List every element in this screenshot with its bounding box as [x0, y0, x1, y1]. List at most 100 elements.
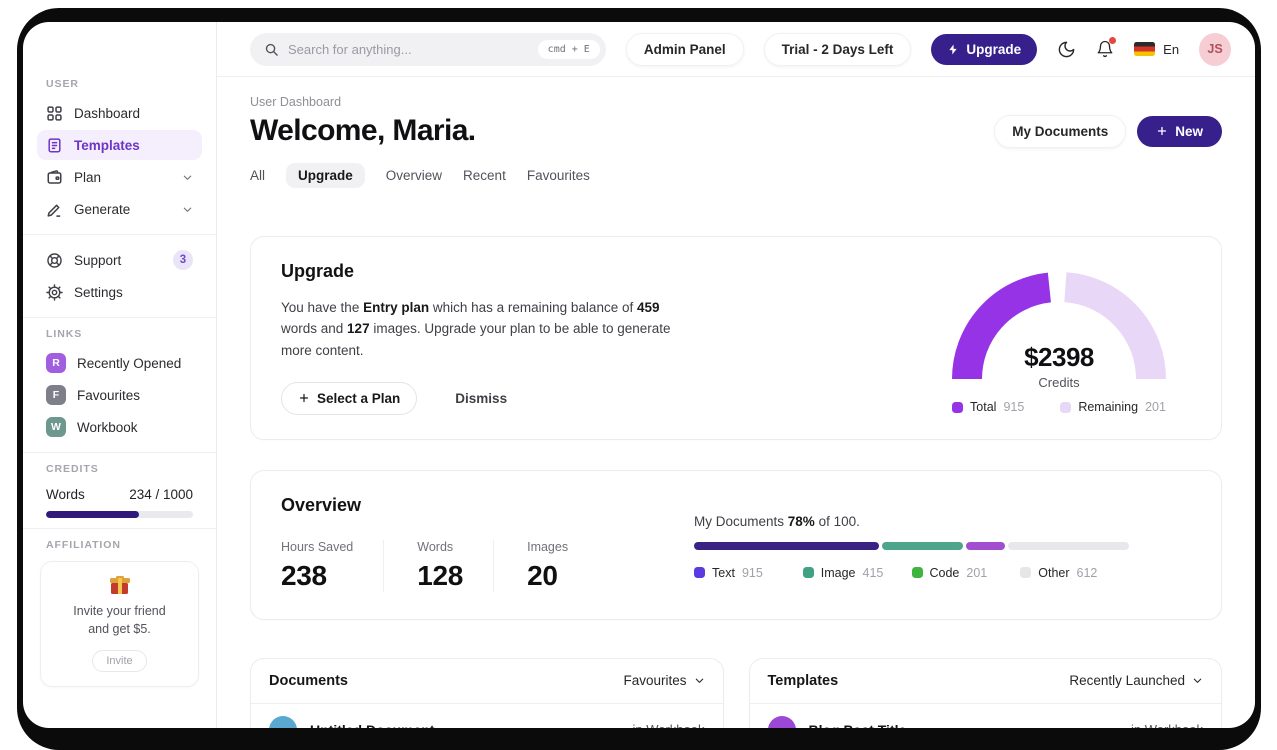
affiliation-line-1: Invite your friend	[73, 604, 166, 618]
template-row[interactable]: Blog Post Title in Workbook	[750, 704, 1222, 728]
segment-other	[1007, 541, 1129, 550]
sidebar-item-label: Generate	[74, 201, 131, 217]
tab-overview[interactable]: Overview	[386, 163, 442, 188]
credits-gauge: $2398 Credits Total 915 Remaining 201	[933, 261, 1185, 415]
progress-prefix: My Documents	[694, 513, 788, 529]
sidebar-item-dashboard[interactable]: Dashboard	[37, 98, 202, 128]
affiliation-text: Invite your friend and get $5.	[49, 602, 190, 638]
trial-status-button[interactable]: Trial - 2 Days Left	[763, 32, 912, 66]
sidebar-item-label: Plan	[74, 169, 102, 185]
notification-dot	[1109, 37, 1117, 44]
gift-icon	[109, 576, 130, 595]
admin-panel-button[interactable]: Admin Panel	[625, 32, 744, 66]
documents-progress-label: My Documents 78% of 100.	[694, 514, 1129, 529]
sidebar-item-label: Templates	[74, 137, 140, 153]
user-avatar[interactable]: JS	[1199, 32, 1231, 66]
documents-filter-dropdown[interactable]: Favourites	[623, 673, 704, 688]
legend-label: Text	[712, 565, 735, 580]
filter-tabs: All Upgrade Overview Recent Favourites	[250, 163, 1222, 188]
search-input[interactable]	[288, 41, 529, 57]
document-icon	[46, 137, 63, 154]
stat-value: 20	[527, 559, 558, 591]
search-icon	[264, 42, 279, 57]
legend-text: Text 915	[694, 566, 803, 580]
sidebar-link-favourites[interactable]: F Favourites	[37, 380, 202, 410]
sidebar-section-user: USER	[46, 78, 79, 90]
search-bar[interactable]: cmd + E	[250, 32, 606, 66]
link-initial-badge: R	[46, 353, 66, 373]
language-switcher[interactable]: En	[1134, 42, 1179, 57]
dashboard-content: User Dashboard Welcome, Maria. My Docume…	[217, 77, 1255, 728]
legend-code: Code 201	[911, 566, 1021, 580]
sidebar-item-settings[interactable]: Settings	[37, 277, 202, 307]
dismiss-button[interactable]: Dismiss	[455, 391, 507, 406]
link-initial-badge: F	[46, 385, 66, 405]
plan-name: Entry plan	[363, 300, 430, 315]
documents-progress-bar	[694, 541, 1129, 550]
dark-mode-toggle[interactable]	[1057, 40, 1076, 59]
chevron-down-icon	[1192, 675, 1203, 686]
lightning-bolt-icon	[947, 43, 959, 56]
legend-swatch	[1020, 567, 1032, 579]
legend-remaining: Remaining 201	[1060, 400, 1166, 414]
germany-flag-icon	[1134, 42, 1156, 56]
sidebar-divider	[23, 452, 216, 453]
select-plan-button[interactable]: Select a Plan	[281, 381, 418, 415]
sidebar-item-support[interactable]: Support 3	[37, 245, 202, 275]
stat-label: Hours Saved	[281, 539, 354, 554]
documents-card: Documents Favourites	[250, 657, 724, 728]
stat-label: Words	[417, 539, 454, 554]
new-button[interactable]: New	[1137, 115, 1222, 147]
templates-card-header: Templates Recently Launched	[750, 659, 1222, 703]
language-label: En	[1163, 41, 1180, 57]
notifications-button[interactable]	[1096, 37, 1117, 58]
sidebar: USER Dashboard Templates Plan Generate S…	[23, 22, 217, 728]
affiliation-line-2: and get $5.	[88, 622, 151, 637]
document-row[interactable]: Untitled Document in Workbook	[251, 704, 723, 728]
sidebar-link-recently-opened[interactable]: R Recently Opened	[37, 348, 202, 378]
invite-button[interactable]: Invite	[92, 650, 147, 673]
legend-swatch	[802, 567, 814, 579]
upgrade-card-left: Upgrade You have the Entry plan which ha…	[281, 261, 679, 415]
plus-icon	[1156, 125, 1168, 137]
template-avatar	[767, 715, 796, 728]
template-location: in Workbook	[1131, 722, 1203, 728]
gear-icon	[46, 283, 63, 301]
sidebar-link-workbook[interactable]: W Workbook	[37, 412, 202, 442]
legend-value: 612	[1076, 565, 1098, 580]
legend-swatch	[1060, 401, 1072, 413]
document-location: in Workbook	[632, 722, 704, 728]
breadcrumb: User Dashboard	[250, 95, 342, 109]
segment-image	[882, 541, 964, 550]
tab-all[interactable]: All	[250, 163, 265, 188]
legend-image: Image 415	[802, 566, 912, 580]
chevron-down-icon	[182, 172, 193, 183]
documents-card-header: Documents Favourites	[251, 659, 723, 703]
sidebar-section-credits: CREDITS	[46, 463, 99, 475]
sidebar-divider	[23, 528, 216, 529]
tab-upgrade[interactable]: Upgrade	[286, 163, 365, 188]
sidebar-item-plan[interactable]: Plan	[37, 162, 202, 192]
sidebar-item-generate[interactable]: Generate	[37, 194, 202, 224]
tab-favourites[interactable]: Favourites	[527, 163, 590, 188]
chevron-down-icon	[182, 204, 193, 215]
sidebar-item-templates[interactable]: Templates	[37, 130, 202, 160]
upgrade-card-actions: Select a Plan Dismiss	[281, 381, 679, 415]
legend-swatch	[694, 567, 705, 579]
title-row: Welcome, Maria. My Documents New	[250, 114, 1222, 148]
support-count-badge: 3	[173, 250, 193, 270]
stat-value: 238	[281, 559, 327, 591]
my-documents-button[interactable]: My Documents	[994, 114, 1127, 148]
text-part: which has a remaining balance of	[429, 300, 637, 315]
sidebar-divider	[23, 317, 216, 318]
sidebar-link-label: Workbook	[77, 419, 138, 435]
bottom-cards: Documents Favourites Templates Recently …	[250, 657, 1222, 728]
legend-label: Other	[1038, 565, 1070, 580]
upgrade-button[interactable]: Upgrade	[931, 33, 1038, 65]
overview-card: Overview Hours Saved 238 Words 128 Image…	[250, 469, 1222, 620]
credits-progress-fill	[46, 511, 139, 518]
main-column: cmd + E Admin Panel Trial - 2 Days Left …	[217, 22, 1255, 728]
templates-filter-dropdown[interactable]: Recently Launched	[1069, 673, 1203, 688]
tab-recent[interactable]: Recent	[463, 163, 506, 188]
page-title: Welcome, Maria.	[250, 114, 476, 147]
